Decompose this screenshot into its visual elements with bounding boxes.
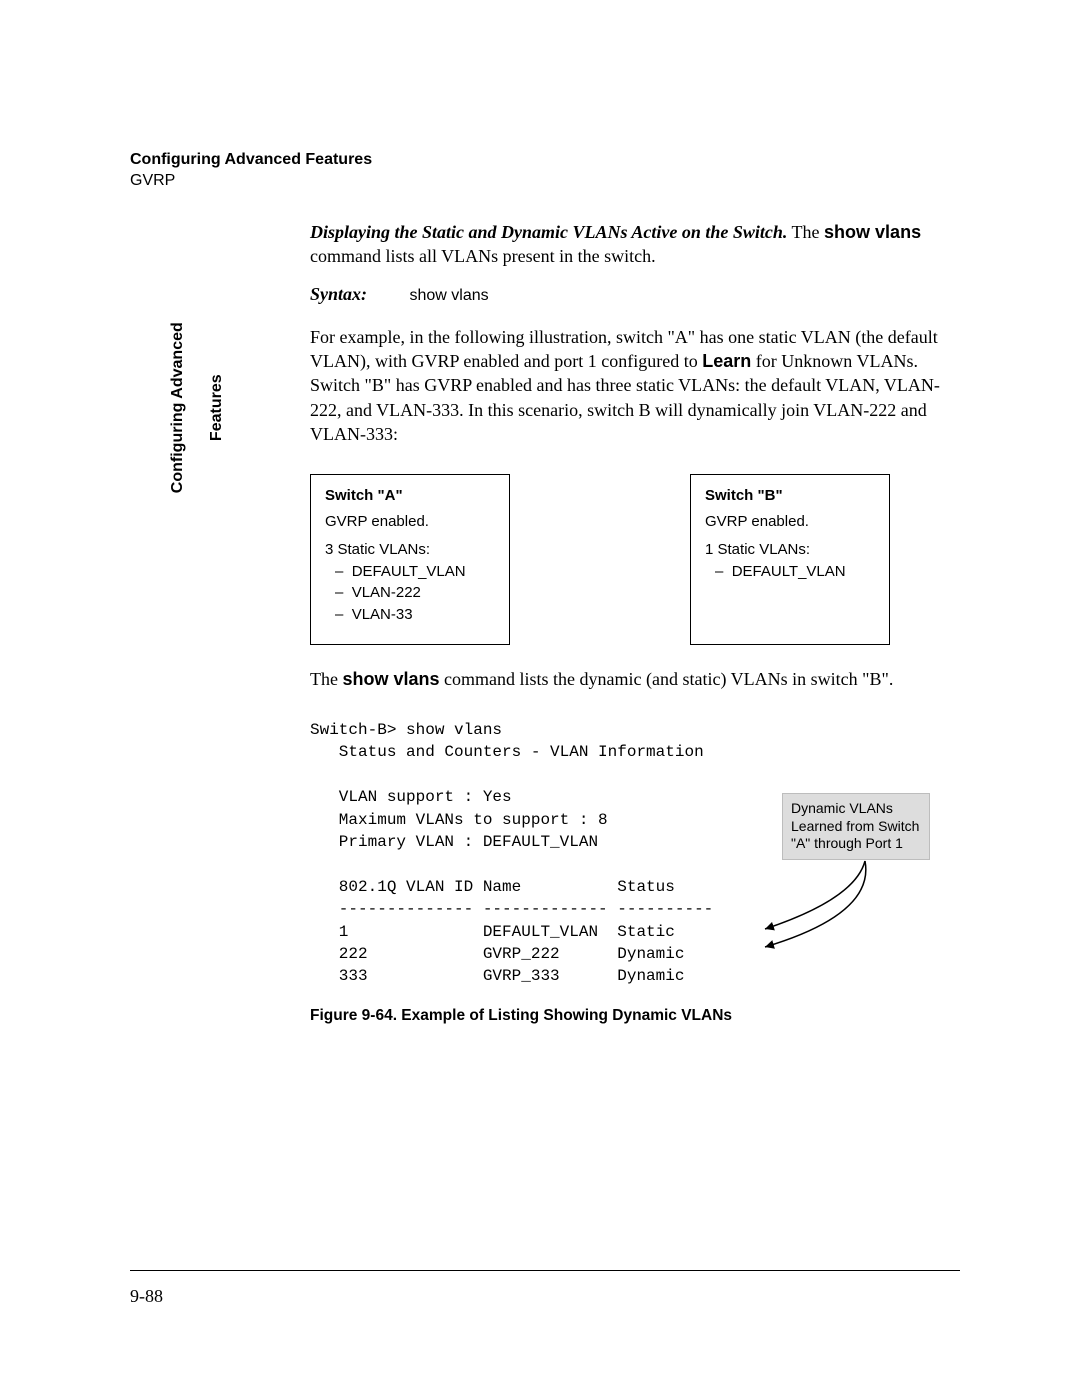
switch-a-vlan2-name: VLAN-222	[352, 584, 421, 601]
switch-b-enabled: GVRP enabled.	[705, 511, 875, 533]
footer-rule	[130, 1270, 960, 1272]
switch-a-title: Switch "A"	[325, 485, 495, 507]
callout-box: Dynamic VLANs Learned from Switch "A" th…	[782, 793, 930, 860]
switch-b-box: Switch "B" GVRP enabled. 1 Static VLANs:…	[690, 474, 890, 645]
switch-a-vlan3-name: VLAN-33	[352, 606, 413, 623]
learn-keyword: Learn	[702, 351, 751, 371]
syntax-command: show vlans	[410, 287, 489, 304]
cli-l2: Status and Counters - VLAN Information	[310, 743, 704, 761]
cli-l1: Switch-B> show vlans	[310, 721, 502, 739]
cli-l9: -------------- ------------- ----------	[310, 900, 713, 918]
side-tab-line2: Features	[208, 374, 225, 441]
cmd-show-vlans-2: show vlans	[342, 669, 439, 689]
cli-l10: 1 DEFAULT_VLAN Static	[310, 923, 675, 941]
cli-l8: 802.1Q VLAN ID Name Status	[310, 878, 675, 896]
result-paragraph: The show vlans command lists the dynamic…	[310, 667, 960, 691]
page-footer: 9-88	[130, 1270, 960, 1307]
intro-paragraph: Displaying the Static and Dynamic VLANs …	[310, 220, 960, 269]
cli-l6: Primary VLAN : DEFAULT_VLAN	[310, 833, 598, 851]
figure-caption: Figure 9-64. Example of Listing Showing …	[310, 1006, 960, 1027]
cmd-show-vlans-1: show vlans	[824, 222, 921, 242]
header-title: Configuring Advanced Features	[130, 150, 960, 171]
switch-b-vlan1: – DEFAULT_VLAN	[715, 561, 875, 583]
intro-tail: command lists all VLANs present in the s…	[310, 246, 656, 266]
switch-b-header: 1 Static VLANs:	[705, 539, 875, 561]
cli-l11: 222 GVRP_222 Dynamic	[310, 945, 684, 963]
cli-l4: VLAN support : Yes	[310, 788, 512, 806]
switch-b-vlan1-name: DEFAULT_VLAN	[732, 563, 846, 580]
header-subtitle: GVRP	[130, 171, 960, 192]
switch-a-header: 3 Static VLANs:	[325, 539, 495, 561]
syntax-row: Syntax: show vlans	[310, 282, 960, 307]
switch-a-vlan1: – DEFAULT_VLAN	[335, 561, 495, 583]
callout-arrows	[755, 859, 915, 949]
switch-a-vlan1-name: DEFAULT_VLAN	[352, 563, 466, 580]
page-number: 9-88	[130, 1286, 960, 1307]
switch-a-box: Switch "A" GVRP enabled. 3 Static VLANs:…	[310, 474, 510, 645]
switch-a-enabled: GVRP enabled.	[325, 511, 495, 533]
cli-l5: Maximum VLANs to support : 8	[310, 811, 608, 829]
page: Configuring Advanced Features GVRP Confi…	[0, 0, 1080, 1397]
result-text-b: command lists the dynamic (and static) V…	[440, 669, 894, 689]
cli-output-wrap: Switch-B> show vlans Status and Counters…	[310, 719, 960, 988]
switch-b-title: Switch "B"	[705, 485, 875, 507]
switch-a-vlan2: – VLAN-222	[335, 582, 495, 604]
intro-heading: Displaying the Static and Dynamic VLANs …	[310, 222, 787, 242]
side-tab-line1: Configuring Advanced	[169, 322, 186, 493]
main-content: Displaying the Static and Dynamic VLANs …	[310, 220, 960, 1027]
scenario-paragraph: For example, in the following illustrati…	[310, 325, 960, 446]
result-text-a: The	[310, 669, 342, 689]
cli-l12: 333 GVRP_333 Dynamic	[310, 967, 684, 985]
header: Configuring Advanced Features GVRP	[130, 150, 960, 192]
syntax-label: Syntax:	[310, 282, 405, 306]
switch-diagram: Switch "A" GVRP enabled. 3 Static VLANs:…	[310, 474, 960, 645]
callout-text: Dynamic VLANs Learned from Switch "A" th…	[791, 800, 919, 851]
intro-rest1: The	[787, 222, 824, 242]
switch-a-vlan3: – VLAN-33	[335, 604, 495, 626]
